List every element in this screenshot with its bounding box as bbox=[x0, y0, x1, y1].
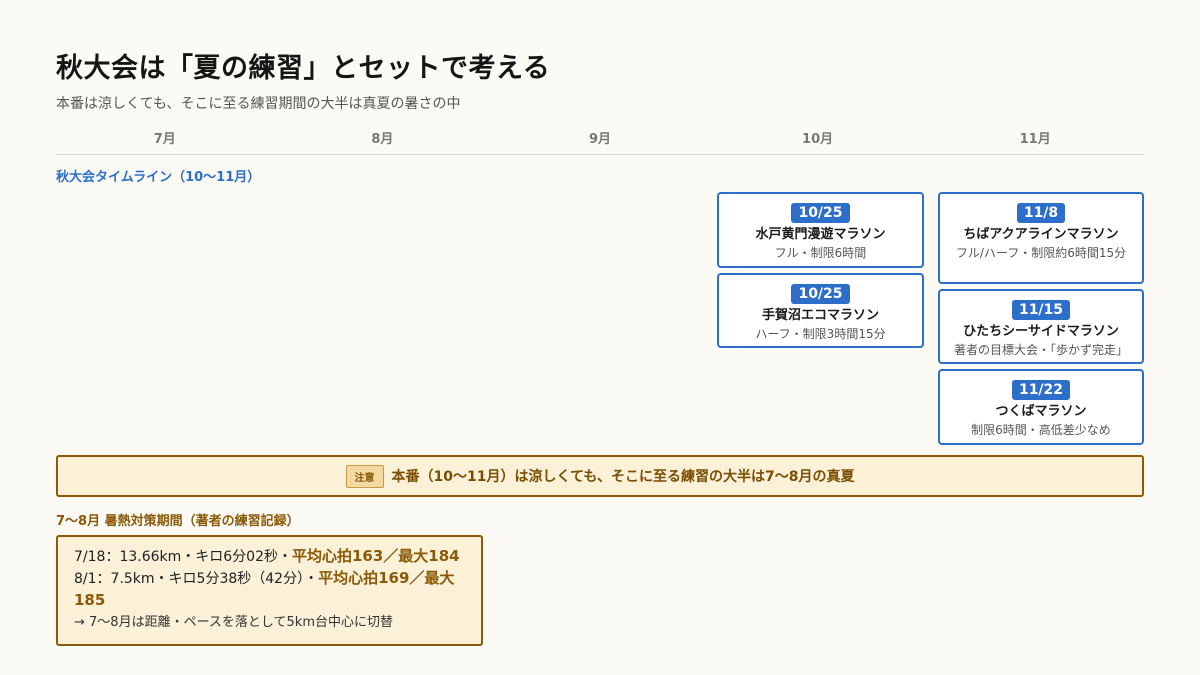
record-heart-rate: 平均心拍163／最大184 bbox=[291, 547, 460, 565]
records-note: → 7〜8月は距離・ペースを落として5km台中心に切替 bbox=[74, 615, 393, 630]
event-description: フル/ハーフ・制限約6時間15分 bbox=[955, 246, 1127, 260]
event-name: ひたちシーサイドマラソン bbox=[963, 324, 1119, 339]
record-main: 7/18：13.66km・キロ6分02秒・ bbox=[74, 549, 292, 565]
page-subtitle: 本番は涼しくても、そこに至る練習期間の大半は真夏の暑さの中 bbox=[56, 96, 461, 112]
month-axis: 7月 8月 9月 10月 11月 bbox=[56, 128, 1144, 155]
record-main: 8/1：7.5km・キロ5分38秒（42分）・ bbox=[74, 571, 319, 587]
event-description: ハーフ・制限3時間15分 bbox=[755, 327, 886, 341]
event-card: 11/8 ちばアクアラインマラソン フル/ハーフ・制限約6時間15分 bbox=[938, 192, 1144, 284]
training-records-box: 7/18：13.66km・キロ6分02秒・平均心拍163／最大184 8/1：7… bbox=[56, 535, 483, 646]
month-label: 11月 bbox=[1019, 132, 1051, 147]
event-date-badge: 10/25 bbox=[791, 284, 850, 304]
event-card: 11/22 つくばマラソン 制限6時間・高低差少なめ bbox=[938, 369, 1144, 445]
event-name: 水戸黄門漫遊マラソン bbox=[755, 227, 886, 242]
event-date-badge: 11/22 bbox=[1011, 380, 1071, 400]
event-card: 11/15 ひたちシーサイドマラソン 著者の目標大会・「歩かず完走」 bbox=[938, 289, 1144, 364]
event-description: 著者の目標大会・「歩かず完走」 bbox=[953, 343, 1128, 357]
event-card: 10/25 水戸黄門漫遊マラソン フル・制限6時間 bbox=[717, 192, 924, 268]
event-name: ちばアクアラインマラソン bbox=[963, 227, 1119, 242]
month-label: 9月 bbox=[588, 132, 611, 147]
event-date-badge: 11/15 bbox=[1011, 300, 1071, 320]
event-name: つくばマラソン bbox=[995, 404, 1087, 419]
event-name: 手賀沼エコマラソン bbox=[761, 308, 879, 323]
record-entry: 7/18：13.66km・キロ6分02秒・平均心拍163／最大184 bbox=[74, 546, 465, 568]
event-description: フル・制限6時間 bbox=[774, 246, 867, 260]
timeline-section-label: 秋大会タイムライン（10〜11月） bbox=[56, 170, 261, 185]
record-entry: 8/1：7.5km・キロ5分38秒（42分）・平均心拍169／最大185 bbox=[74, 568, 465, 612]
records-section-label: 7〜8月 暑熱対策期間（著者の練習記録） bbox=[56, 514, 300, 529]
month-label: 7月 bbox=[153, 132, 176, 147]
page-title: 秋大会は「夏の練習」とセットで考える bbox=[56, 53, 551, 84]
month-label: 8月 bbox=[371, 132, 394, 147]
notice-text: 本番（10〜11月）は涼しくても、そこに至る練習の大半は7〜8月の真夏 bbox=[391, 469, 855, 485]
event-description: 制限6時間・高低差少なめ bbox=[971, 423, 1111, 437]
event-date-badge: 11/8 bbox=[1016, 203, 1066, 223]
event-card: 10/25 手賀沼エコマラソン ハーフ・制限3時間15分 bbox=[717, 273, 924, 348]
month-label: 10月 bbox=[802, 132, 834, 147]
event-date-badge: 10/25 bbox=[791, 203, 850, 223]
notice-badge: 注意 bbox=[345, 464, 384, 488]
notice-banner: 注意 本番（10〜11月）は涼しくても、そこに至る練習の大半は7〜8月の真夏 bbox=[56, 455, 1144, 497]
